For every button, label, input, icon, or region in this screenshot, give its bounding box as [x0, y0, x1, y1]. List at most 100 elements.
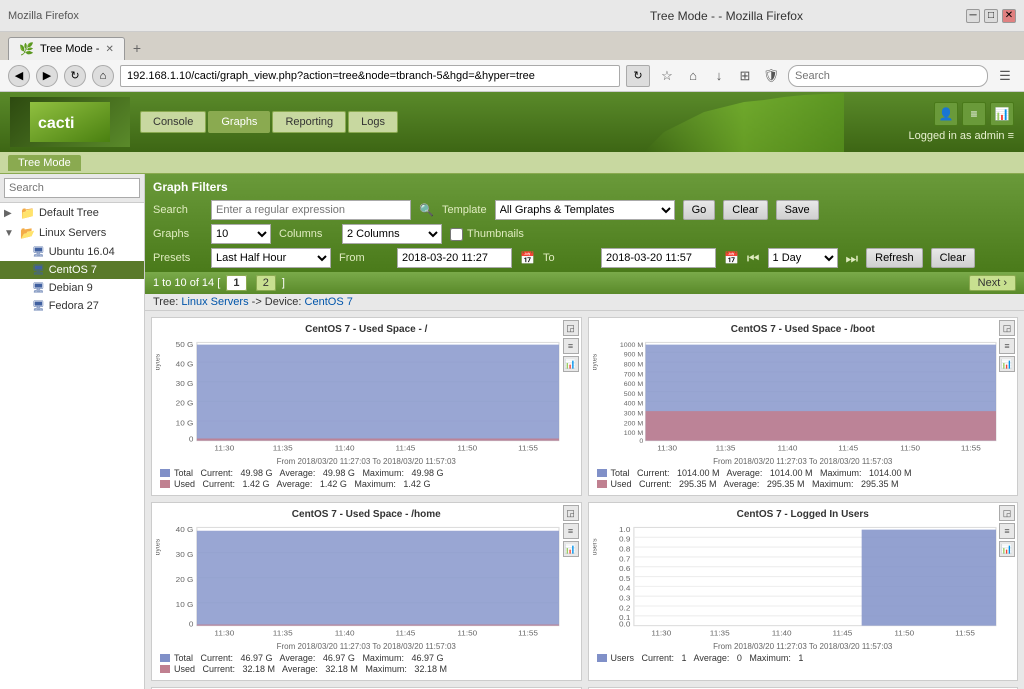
sidebar-item-debian[interactable]: 🖥 Debian 9: [0, 279, 144, 297]
svg-text:0.0: 0.0: [619, 620, 631, 629]
active-tab[interactable]: 🌿 Tree Mode - ✕: [8, 37, 125, 60]
legend-row-users: Users Current: 1 Average: 0 Maximum: 1: [597, 653, 1010, 663]
header-icon-3[interactable]: 📊: [990, 102, 1014, 126]
go-button[interactable]: Go: [683, 200, 716, 220]
svg-text:40 G: 40 G: [176, 360, 194, 369]
svg-text:1000 M: 1000 M: [619, 342, 643, 349]
refresh-button[interactable]: ↻: [64, 65, 86, 87]
back-button[interactable]: ◀: [8, 65, 30, 87]
refresh-button[interactable]: Refresh: [866, 248, 923, 268]
svg-text:20 G: 20 G: [176, 575, 194, 584]
minimize-button[interactable]: ─: [966, 9, 980, 23]
nav-console[interactable]: Console: [140, 111, 206, 133]
apps-icon[interactable]: ⊞: [734, 65, 756, 87]
svg-text:0: 0: [639, 438, 643, 445]
window-controls[interactable]: ─ □ ✕: [966, 9, 1016, 23]
next-interval-icon[interactable]: ⏭: [846, 250, 859, 267]
logged-in-label: Logged in as admin ≡: [909, 130, 1015, 142]
template-select[interactable]: All Graphs & Templates: [495, 200, 675, 220]
from-input[interactable]: [397, 248, 512, 268]
graph-legend: Total Current: 49.98 G Average: 49.98 G …: [156, 466, 577, 491]
y-axis-label: bytes: [593, 354, 599, 371]
sidebar-item-ubuntu[interactable]: 🖥 Ubuntu 16.04: [0, 243, 144, 261]
graph-legend: Users Current: 1 Average: 0 Maximum: 1: [593, 651, 1014, 665]
svg-text:100 M: 100 M: [623, 430, 643, 437]
header-icon-2[interactable]: ≡: [962, 102, 986, 126]
browser-search-input[interactable]: [788, 65, 988, 87]
graph-action-1[interactable]: ◲: [563, 505, 579, 521]
svg-text:11:30: 11:30: [214, 629, 234, 638]
home-icon[interactable]: ⌂: [682, 65, 704, 87]
bookmark-icon[interactable]: ☆: [656, 65, 678, 87]
header-icon-1[interactable]: 👤: [934, 102, 958, 126]
address-input[interactable]: [120, 65, 620, 87]
page-2-link[interactable]: 2: [256, 275, 276, 291]
filter-row-graphs: Graphs 10 Columns 2 Columns Thumbnails: [153, 224, 1016, 244]
graph-action-1[interactable]: ◲: [999, 320, 1015, 336]
pagination-bar: 1 to 10 of 14 [ 1 2 ] Next ›: [145, 272, 1024, 294]
sidebar-item-centos[interactable]: 🖥 CentOS 7: [0, 261, 144, 279]
sidebar-item-default-tree[interactable]: ▶ 📁 Default Tree: [0, 203, 144, 223]
shield-icon[interactable]: 🛡: [760, 65, 782, 87]
sidebar-item-fedora[interactable]: 🖥 Fedora 27: [0, 297, 144, 315]
browser-window-title: Tree Mode - - Mozilla Firefox: [487, 9, 966, 23]
sidebar-search-input[interactable]: [4, 178, 140, 198]
thumbnails-checkbox-label[interactable]: Thumbnails: [450, 228, 524, 241]
filter-row-search: Search 🔍 Template All Graphs & Templates…: [153, 200, 1016, 220]
svg-text:40 G: 40 G: [176, 525, 194, 534]
svg-text:11:35: 11:35: [273, 629, 293, 638]
calendar-icon-2[interactable]: 📅: [724, 251, 739, 265]
graphs-select[interactable]: 10: [211, 224, 271, 244]
svg-text:11:45: 11:45: [838, 444, 858, 453]
graph-card-used-space-home: CentOS 7 - Used Space - /home ◲ ≡ 📊 40 G…: [151, 502, 582, 681]
thumbnails-label: Thumbnails: [467, 228, 524, 240]
new-tab-button[interactable]: +: [125, 36, 149, 60]
filter-title: Graph Filters: [153, 178, 1016, 196]
interval-select[interactable]: 1 Day: [768, 248, 838, 268]
svg-text:11:50: 11:50: [457, 444, 477, 453]
download-icon[interactable]: ↓: [708, 65, 730, 87]
home-button[interactable]: ⌂: [92, 65, 114, 87]
graph-chart-area: 50 G 40 G 30 G 20 G 10 G 0 11:30 11:35: [156, 337, 577, 457]
close-button[interactable]: ✕: [1002, 9, 1016, 23]
svg-text:11:55: 11:55: [955, 629, 975, 638]
graph-action-1[interactable]: ◲: [999, 505, 1015, 521]
clear-button[interactable]: Clear: [723, 200, 767, 220]
sidebar-item-linux-servers[interactable]: ▼ 📂 Linux Servers: [0, 223, 144, 243]
breadcrumb-device-link[interactable]: CentOS 7: [305, 296, 353, 308]
svg-text:11:40: 11:40: [771, 629, 791, 638]
nav-graphs[interactable]: Graphs: [208, 111, 270, 133]
maximize-button[interactable]: □: [984, 9, 998, 23]
svg-text:0.6: 0.6: [619, 564, 631, 573]
sidebar-item-label: Linux Servers: [39, 227, 106, 239]
nav-logs[interactable]: Logs: [348, 111, 398, 133]
presets-select[interactable]: Last Half Hour: [211, 248, 331, 268]
graphs-label: Graphs: [153, 228, 203, 240]
legend-text: Users Current: 1 Average: 0 Maximum: 1: [611, 653, 804, 663]
menu-icon[interactable]: ☰: [994, 65, 1016, 87]
search-icon: 🔍: [419, 203, 434, 217]
columns-select[interactable]: 2 Columns: [342, 224, 442, 244]
svg-text:200 M: 200 M: [623, 421, 643, 428]
sidebar-search-area: [0, 174, 144, 203]
thumbnails-checkbox[interactable]: [450, 228, 463, 241]
to-input[interactable]: [601, 248, 716, 268]
tree-mode-tab[interactable]: Tree Mode: [8, 155, 81, 171]
breadcrumb-tree-link[interactable]: Linux Servers: [181, 296, 248, 308]
nav-reporting[interactable]: Reporting: [272, 111, 346, 133]
graph-search-input[interactable]: [211, 200, 411, 220]
clear-preset-button[interactable]: Clear: [931, 248, 975, 268]
tab-close-button[interactable]: ✕: [105, 44, 113, 55]
save-button[interactable]: Save: [776, 200, 819, 220]
prev-interval-icon[interactable]: ⏮: [747, 250, 760, 267]
graph-action-1[interactable]: ◲: [563, 320, 579, 336]
browser-app-name: Mozilla Firefox: [8, 10, 79, 22]
main-layout: ▶ 📁 Default Tree ▼ 📂 Linux Servers 🖥 Ubu…: [0, 174, 1024, 689]
calendar-icon[interactable]: 📅: [520, 251, 535, 265]
reload-button[interactable]: ↻: [626, 65, 650, 87]
svg-text:11:50: 11:50: [900, 444, 920, 453]
page-1-link[interactable]: 1: [226, 275, 246, 291]
next-button[interactable]: Next ›: [969, 275, 1016, 291]
toolbar-icons: ☆ ⌂ ↓ ⊞ 🛡: [656, 65, 782, 87]
forward-button[interactable]: ▶: [36, 65, 58, 87]
